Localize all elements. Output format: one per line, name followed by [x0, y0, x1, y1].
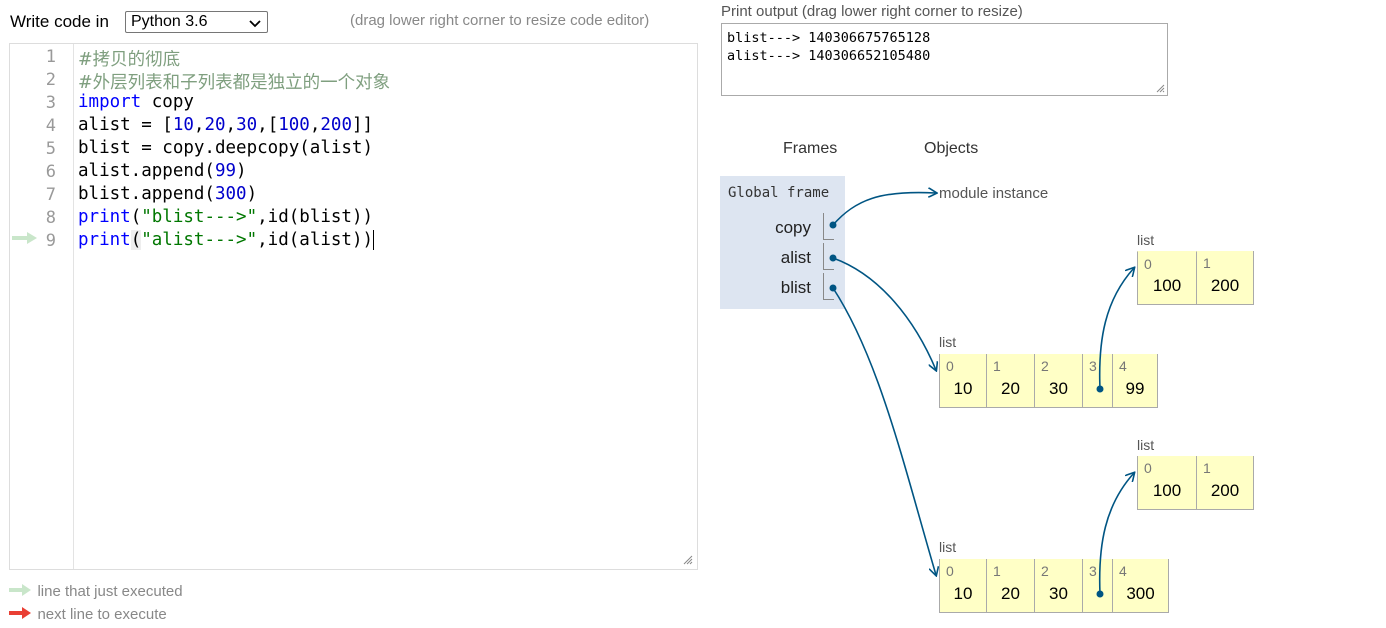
list-label: list	[1137, 437, 1155, 453]
line-number: 6	[45, 162, 56, 182]
line-number: 9	[45, 231, 56, 251]
code-line-7: blist.append(300)	[78, 184, 258, 204]
list-object-inner-b: 0 100 1 200	[1137, 456, 1254, 510]
print-output-line: blist---> 140306675765128	[727, 30, 931, 46]
global-frame: Global frame copy alist blist	[720, 176, 845, 309]
line-number: 8	[45, 208, 56, 228]
just-executed-arrow-icon	[9, 584, 31, 596]
objects-header: Objects	[924, 140, 979, 157]
frames-header: Frames	[783, 140, 838, 157]
var-pointer-blist	[823, 273, 834, 300]
next-line-arrow-icon	[9, 607, 31, 619]
list-label: list	[939, 334, 957, 350]
resize-editor-hint: (drag lower right corner to resize code …	[350, 12, 650, 29]
code-line-1: #拷贝的彻底	[78, 50, 181, 70]
list-cell: 1 200	[1197, 251, 1254, 305]
module-instance-label: module instance	[939, 185, 1049, 202]
arrow-alist-to-list	[829, 254, 937, 371]
list-cell: 1 20	[987, 559, 1035, 613]
code-line-3: import copy	[78, 92, 194, 112]
just-executed-arrow-icon	[12, 232, 37, 244]
list-cell: 0 100	[1137, 251, 1197, 305]
line-number-gutter: 1 2 3 4 5 6 7 8 9	[10, 44, 74, 569]
list-object-inner-a: 0 100 1 200	[1137, 251, 1254, 305]
line-number: 4	[45, 116, 56, 136]
list-cell-pointer: 3	[1083, 559, 1113, 613]
line-number: 1	[45, 47, 56, 67]
resize-grip-icon[interactable]	[1156, 84, 1165, 93]
legend-next-line-label: next line to execute	[37, 606, 167, 623]
legend-next-line: next line to execute	[9, 606, 167, 624]
var-pointer-copy	[823, 213, 834, 240]
legend-just-executed: line that just executed	[9, 583, 183, 601]
list-cell: 4 300	[1113, 559, 1169, 613]
code-line-4: alist = [10,20,30,[100,200]]	[78, 115, 374, 135]
line-number: 3	[45, 93, 56, 113]
var-name-blist: blist	[780, 278, 811, 297]
language-select[interactable]: Python 3.6	[125, 11, 268, 33]
print-output-line: alist---> 140306652105480	[727, 48, 931, 64]
arrow-blist-to-list	[829, 284, 937, 576]
global-frame-title: Global frame	[728, 185, 830, 201]
var-name-copy: copy	[775, 218, 811, 237]
list-cell: 1 20	[987, 354, 1035, 408]
code-line-8: print("blist--->",id(blist))	[78, 207, 374, 227]
var-pointer-alist	[823, 243, 834, 270]
code-line-6: alist.append(99)	[78, 161, 247, 181]
line-number: 7	[45, 185, 56, 205]
list-cell: 0 100	[1137, 456, 1197, 510]
arrow-copy-to-module	[829, 192, 937, 229]
code-line-9: print("alist--->",id(alist))​	[78, 230, 375, 250]
legend-just-executed-label: line that just executed	[37, 583, 183, 600]
list-cell: 0 10	[939, 559, 987, 613]
line-number: 5	[45, 139, 56, 159]
list-label: list	[1137, 232, 1155, 248]
list-object-blist: 0 10 1 20 2 30 3 4 300	[939, 559, 1169, 613]
code-line-2: #外层列表和子列表都是独立的一个对象	[78, 73, 391, 93]
list-cell-pointer: 3	[1083, 354, 1113, 408]
code-line-5: blist = copy.deepcopy(alist)	[78, 138, 374, 158]
code-editor[interactable]: 1 2 3 4 5 6 7 8 9 #拷贝的彻底 #外层列表和子列表都是独立的一…	[9, 43, 698, 570]
list-cell: 4 99	[1113, 354, 1158, 408]
line-number: 2	[45, 70, 56, 90]
list-object-alist: 0 10 1 20 2 30 3 4 99	[939, 354, 1158, 408]
language-select-value: Python 3.6	[131, 13, 208, 30]
var-name-alist: alist	[780, 248, 811, 267]
print-output-label: Print output (drag lower right corner to…	[721, 3, 1023, 20]
chevron-down-icon	[249, 15, 261, 35]
resize-grip-icon[interactable]	[683, 555, 693, 565]
write-code-label: Write code in	[10, 12, 109, 31]
list-cell: 2 30	[1035, 354, 1083, 408]
list-cell: 2 30	[1035, 559, 1083, 613]
list-cell: 0 10	[939, 354, 987, 408]
list-label: list	[939, 539, 957, 555]
print-output-box[interactable]: blist---> 140306675765128 alist---> 1403…	[721, 23, 1168, 96]
list-cell: 1 200	[1197, 456, 1254, 510]
